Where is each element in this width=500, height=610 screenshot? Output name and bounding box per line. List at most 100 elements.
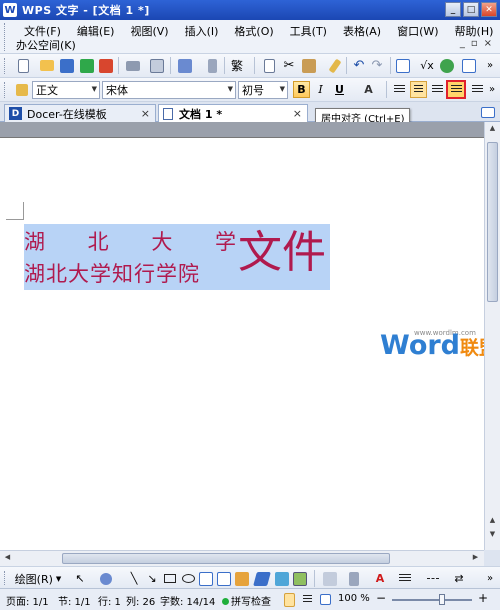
line-style-button[interactable] [396, 570, 414, 587]
cut-button[interactable]: ✂ [280, 57, 298, 74]
spell-button[interactable] [176, 57, 194, 74]
draw-menu-button[interactable]: 绘图(R) ▼ [14, 570, 62, 587]
align-right-button[interactable] [429, 81, 446, 98]
tab-docer[interactable]: D Docer-在线模板 × [4, 104, 156, 122]
scroll-down-icon[interactable]: ▼ [487, 530, 498, 540]
restore-button[interactable]: □ [463, 2, 479, 17]
menu-edit[interactable]: 编辑(E) [69, 22, 123, 40]
italic-button[interactable]: I [312, 81, 329, 98]
formula-button[interactable]: √x [418, 57, 436, 74]
document-page[interactable]: 湖 北 大 学 湖北大学知行学院 文件 www.wordlm.com Word联… [0, 138, 498, 550]
table-insert-button[interactable] [394, 57, 412, 74]
menu-table[interactable]: 表格(A) [335, 22, 389, 40]
arrow-style-button[interactable]: ⇄ [450, 570, 468, 587]
menu-view[interactable]: 视图(V) [122, 22, 176, 40]
scroll-right-icon[interactable]: ▶ [470, 553, 481, 563]
save-button[interactable] [58, 57, 76, 74]
toolbar-grip[interactable] [4, 58, 7, 74]
vertical-scroll-thumb[interactable] [487, 142, 498, 302]
align-left-button[interactable] [391, 81, 408, 98]
scroll-left-icon[interactable]: ◀ [2, 553, 13, 563]
doc-minimize-button[interactable]: _ [460, 38, 465, 49]
undo-button[interactable]: ↶ [350, 57, 368, 74]
format-painter-button[interactable] [203, 57, 221, 74]
horizontal-scroll-thumb[interactable] [62, 553, 390, 564]
copy-button[interactable] [260, 57, 278, 74]
doc-restore-button[interactable]: ▫ [471, 38, 478, 49]
tab-document-1[interactable]: 文档 1 * × [158, 104, 308, 122]
scroll-up-icon[interactable]: ▲ [487, 516, 498, 526]
menu-office-space[interactable]: 办公空间(K) [16, 37, 76, 53]
traditional-chinese-button[interactable]: 繁 [228, 57, 246, 74]
ellipse-tool-button[interactable] [180, 570, 196, 587]
wordart-gallery-button[interactable] [234, 570, 250, 587]
pdf-button[interactable] [97, 57, 115, 74]
menu-format[interactable]: 格式(O) [226, 22, 281, 40]
toolbar-grip[interactable] [4, 82, 7, 98]
close-button[interactable]: ✕ [481, 2, 497, 17]
brush-button[interactable] [326, 57, 344, 74]
insert-picture-button[interactable] [292, 570, 308, 587]
styles-button[interactable] [12, 81, 32, 98]
zoom-out-button[interactable]: − [376, 591, 386, 605]
doc-big-text[interactable]: 文件 [238, 226, 326, 280]
doc-line-2[interactable]: 湖北大学知行学院 [24, 258, 200, 288]
menu-grip[interactable] [4, 23, 7, 51]
outline-view-button[interactable] [300, 591, 315, 608]
tab-close-icon[interactable]: × [293, 107, 302, 120]
print-button[interactable] [124, 57, 142, 74]
justify-button[interactable] [446, 80, 466, 99]
open-button[interactable] [38, 57, 56, 74]
export-button[interactable] [78, 57, 96, 74]
zoom-slider-thumb[interactable] [438, 594, 445, 605]
menu-tools[interactable]: 工具(T) [282, 22, 335, 40]
wordart-button[interactable] [253, 570, 271, 587]
toolbar-grip[interactable] [4, 571, 7, 585]
clipart-button[interactable] [274, 570, 290, 587]
rectangle-tool-button[interactable] [162, 570, 178, 587]
web-view-button[interactable] [318, 591, 333, 608]
doc-line-1[interactable]: 湖 北 大 学 [24, 226, 236, 256]
new-doc-button[interactable] [14, 57, 32, 74]
redo-button[interactable]: ↷ [368, 57, 386, 74]
print-preview-button[interactable] [148, 57, 166, 74]
underline-button[interactable]: U [331, 81, 348, 98]
zoom-slider[interactable] [392, 599, 472, 601]
scroll-up-icon[interactable]: ▲ [487, 124, 498, 134]
vertical-scrollbar[interactable]: ▲ ▲ ▼ [484, 122, 500, 550]
textbox-button[interactable] [198, 570, 214, 587]
text-color-button[interactable]: A [370, 570, 390, 587]
menu-window[interactable]: 窗口(W) [389, 22, 446, 40]
doc-close-button[interactable]: × [484, 38, 492, 49]
tab-list-button[interactable] [480, 104, 496, 121]
status-word-count[interactable]: 字数: 14/14 [160, 593, 215, 608]
tab-close-icon[interactable]: × [141, 107, 150, 120]
line-tool-button[interactable]: ╲ [126, 570, 142, 587]
page-view-button[interactable] [282, 591, 297, 608]
fill-color-button[interactable] [320, 570, 340, 587]
font-select[interactable]: 宋体 ▼ [102, 81, 236, 99]
menu-insert[interactable]: 插入(I) [177, 22, 227, 40]
distributed-align-button[interactable] [469, 81, 486, 98]
zoom-percent[interactable]: 100 % [338, 593, 370, 604]
toolbar-more-button[interactable]: » [486, 81, 498, 98]
horizontal-scrollbar[interactable]: ◀ ▶ [0, 550, 484, 566]
globe-button[interactable] [438, 57, 456, 74]
line-color-button[interactable] [344, 570, 364, 587]
dash-style-button[interactable] [424, 570, 442, 587]
spell-check-toggle[interactable]: 拼写检查 [222, 593, 271, 608]
paste-button[interactable] [300, 57, 318, 74]
toolbar-more-button[interactable]: » [484, 570, 496, 587]
bold-button[interactable]: B [293, 81, 310, 98]
minimize-button[interactable]: _ [445, 2, 461, 17]
frame-button[interactable] [460, 57, 478, 74]
toolbar-more-button[interactable]: » [484, 57, 496, 74]
zoom-in-button[interactable]: + [478, 591, 488, 605]
align-center-button[interactable] [410, 81, 427, 98]
vertical-textbox-button[interactable] [216, 570, 232, 587]
style-select[interactable]: 正文 ▼ [32, 81, 100, 99]
font-color-button[interactable]: A [360, 81, 377, 98]
select-objects-button[interactable]: ↖ [72, 570, 88, 587]
arrow-tool-button[interactable]: ↘ [144, 570, 160, 587]
autoshapes-button[interactable] [98, 570, 114, 587]
